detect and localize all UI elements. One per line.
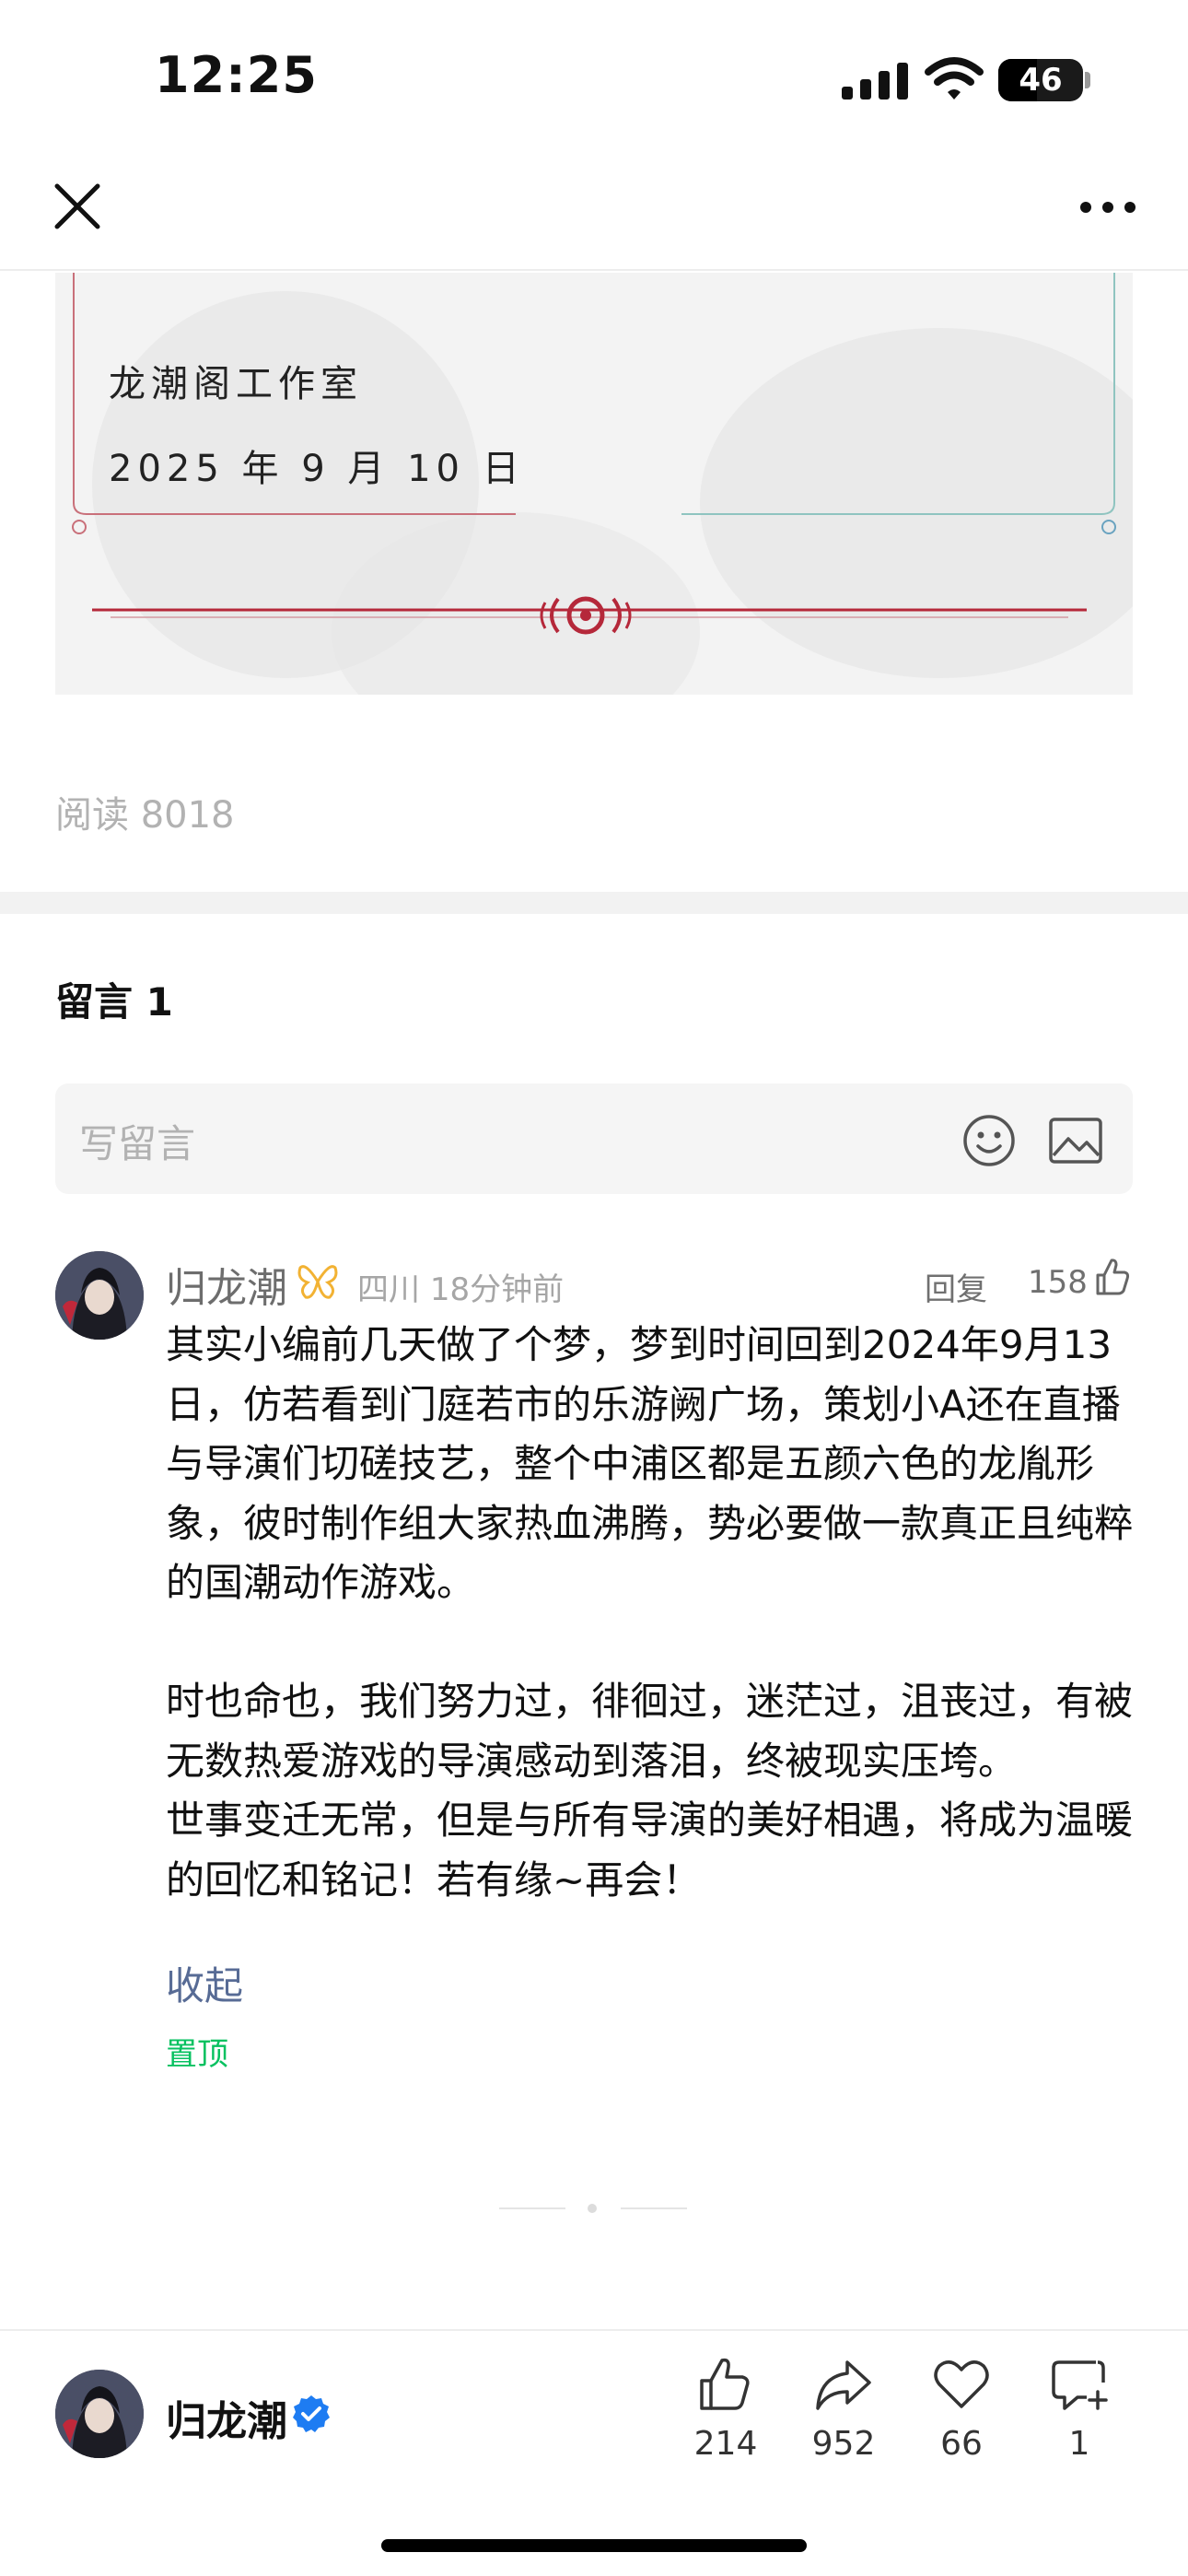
battery-cap [1085,72,1090,88]
comment-body: 其实小编前几天做了个梦，梦到时间回到2024年9月13日，仿若看到门庭若市的乐游… [166,1322,1134,1903]
emoji-icon[interactable] [961,1113,1017,1168]
comment-avatar[interactable] [55,1251,144,1340]
comment-count: 1 [1068,2425,1090,2463]
battery-percent: 46 [1019,62,1063,99]
status-time: 12:25 [155,46,318,104]
reply-button[interactable]: 回复 [925,1264,987,1309]
nav-divider [0,269,1188,271]
avatar-image [55,1251,144,1340]
author-name[interactable]: 归龙潮 [166,2388,287,2447]
write-comment-placeholder[interactable]: 写留言 [79,1113,195,1169]
like-count: 214 [693,2425,758,2463]
commenter-name[interactable]: 归龙潮 [166,1255,287,1314]
collapse-link[interactable]: 收起 [166,1955,243,2011]
comment-add-icon[interactable] [1050,2355,1109,2414]
studio-name: 龙潮阁工作室 [109,363,363,405]
heart-icon[interactable] [932,2355,991,2414]
verified-badge-icon [293,2395,330,2432]
comment-like-count[interactable]: 158 [1028,1264,1088,1301]
wifi-icon [925,57,984,100]
thumbs-up-icon[interactable] [696,2355,755,2414]
avatar-image [55,2370,144,2458]
comments-heading: 留言 1 [55,979,173,1025]
end-marker-line-left [499,2207,565,2209]
home-indicator[interactable] [381,2539,807,2552]
battery-icon: 46 [998,59,1083,101]
favorite-count: 66 [940,2425,983,2463]
thumbs-up-icon[interactable] [1094,1257,1131,1297]
close-icon[interactable] [48,177,107,236]
share-count: 952 [811,2425,876,2463]
more-icon[interactable] [1077,184,1138,230]
comment-meta: 四川 18分钟前 [357,1264,564,1309]
image-icon[interactable] [1048,1117,1103,1165]
comment-time: 18分钟前 [429,1271,565,1308]
end-marker-dot [588,2204,597,2213]
cellular-signal-icon [842,63,908,100]
read-count: 阅读 8018 [55,794,235,837]
end-marker-line-right [621,2207,687,2209]
author-avatar[interactable] [55,2370,144,2458]
comment-location: 四川 [357,1271,420,1308]
article-date: 2025 年 9 月 10 日 [109,448,525,490]
section-divider [0,892,1188,914]
bottom-bar-divider [0,2329,1188,2331]
share-icon[interactable] [814,2355,873,2414]
butterfly-badge-icon [297,1265,338,1299]
pinned-tag: 置顶 [166,2036,228,2073]
